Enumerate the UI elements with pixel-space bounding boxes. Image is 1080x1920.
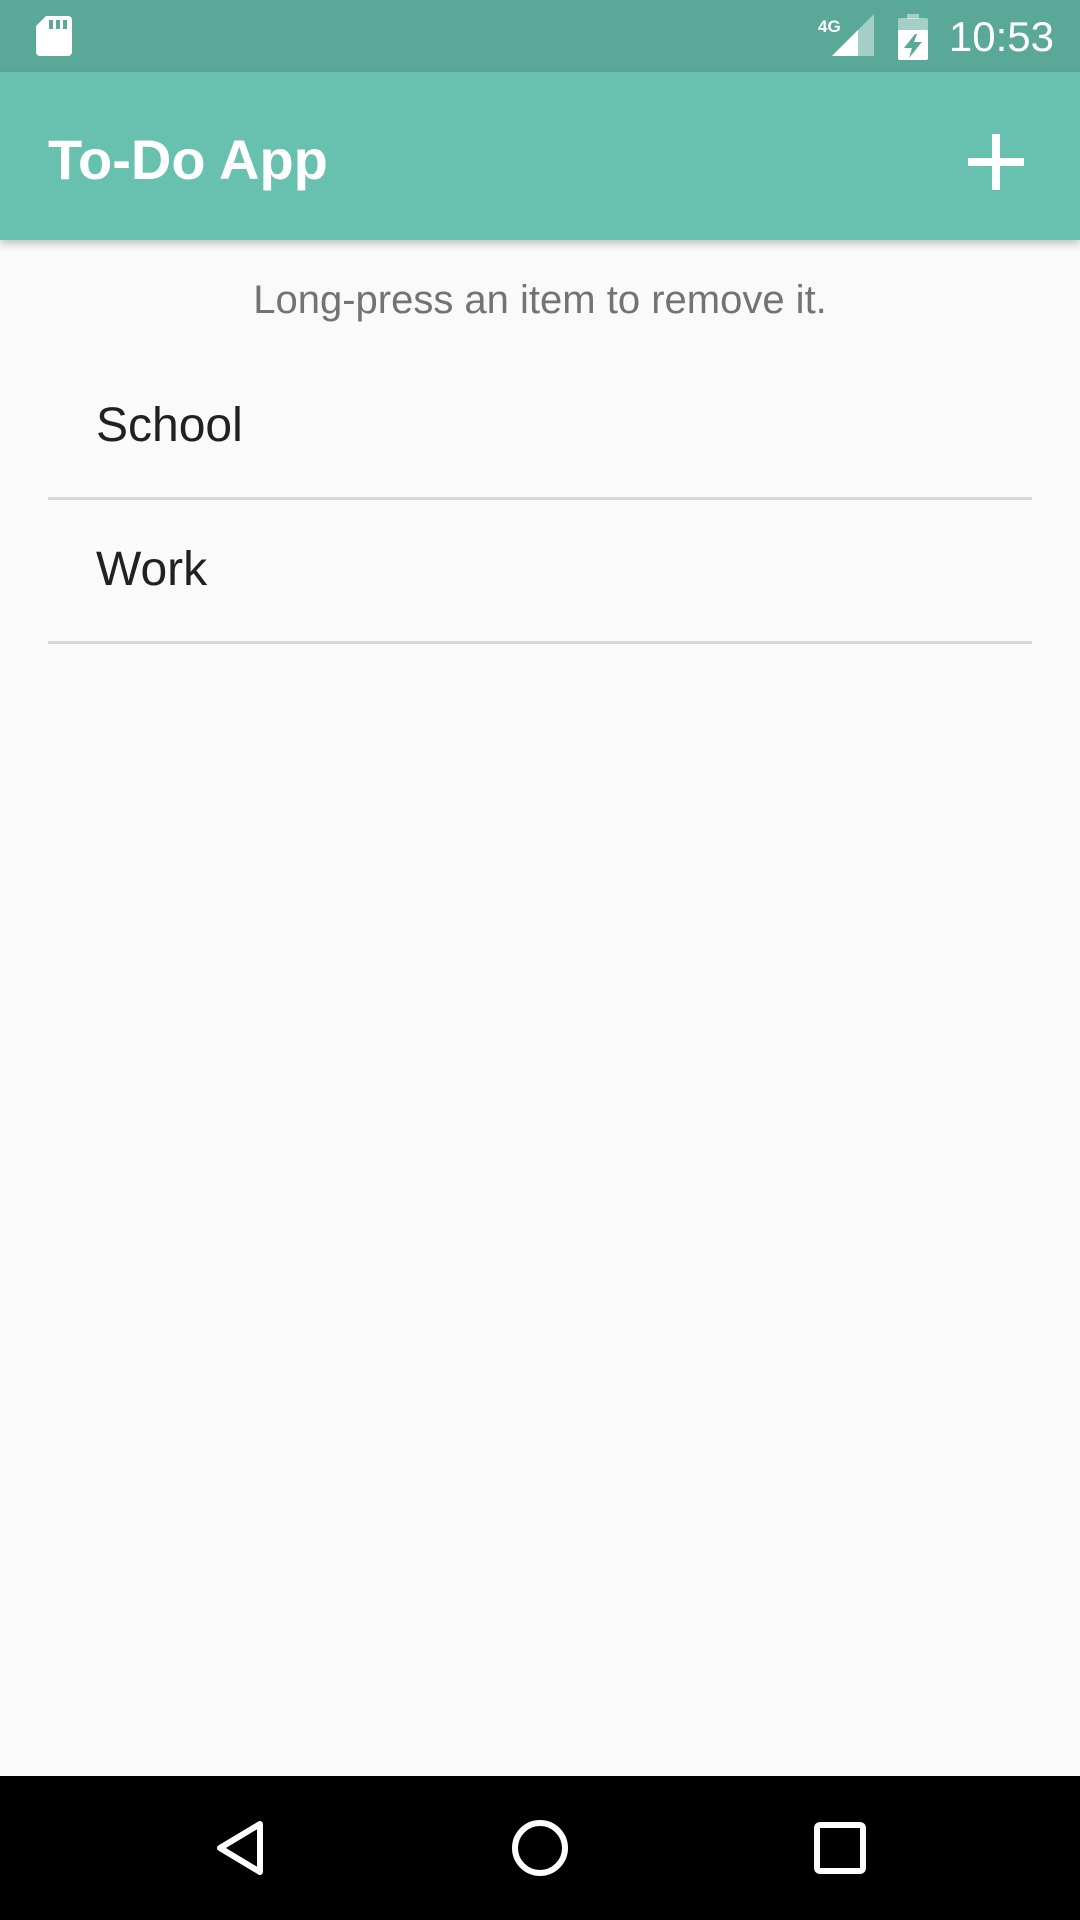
- page-title: To-Do App: [48, 128, 328, 191]
- app-toolbar: To-Do App: [0, 72, 1080, 240]
- back-icon: [217, 1821, 263, 1875]
- list-item-label: School: [96, 399, 243, 452]
- list-item-label: Work: [96, 543, 208, 596]
- sd-card-icon: [36, 16, 72, 56]
- battery-charging-icon: [898, 14, 928, 60]
- status-bar: 4G 10:53: [0, 0, 1080, 72]
- back-button[interactable]: [194, 1800, 290, 1896]
- list-item[interactable]: Work: [48, 500, 1032, 644]
- recents-button[interactable]: [792, 1800, 888, 1896]
- network-type-label: 4G: [818, 17, 841, 36]
- home-icon: [512, 1820, 568, 1876]
- status-clock: 10:53: [948, 13, 1054, 60]
- home-button[interactable]: [492, 1800, 588, 1896]
- hint-text: Long-press an item to remove it.: [253, 278, 827, 322]
- list-item[interactable]: School: [48, 356, 1032, 500]
- todo-list: School Work: [48, 356, 1032, 644]
- cell-signal-icon: 4G: [818, 14, 874, 56]
- screen: 4G 10:53 To-Do App Long-press an item to…: [0, 0, 1080, 1920]
- navigation-bar: [0, 1776, 1080, 1920]
- recents-icon: [814, 1822, 866, 1874]
- add-item-button[interactable]: [948, 114, 1044, 210]
- plus-icon: [968, 134, 1024, 190]
